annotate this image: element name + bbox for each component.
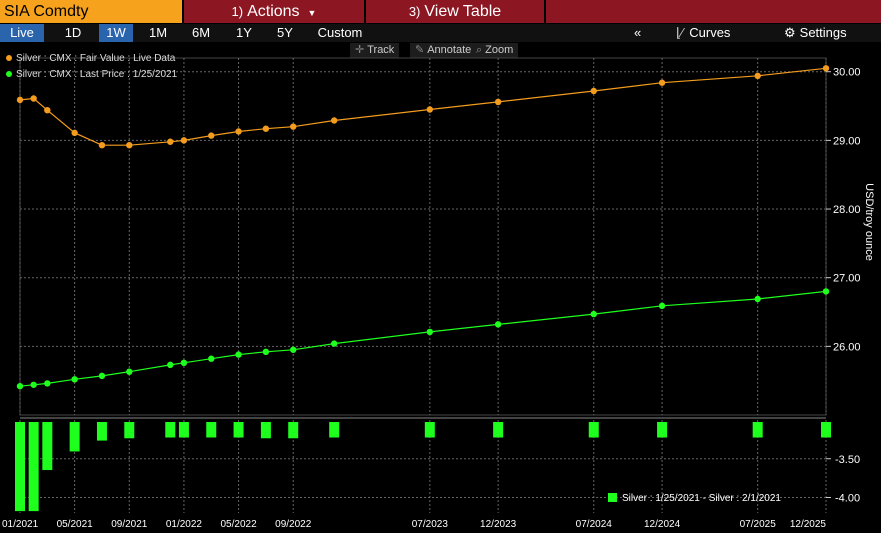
legend-dot-orange (6, 55, 12, 62)
series-0-point-8 (208, 132, 215, 139)
series-0-point-14 (494, 98, 502, 106)
series-1-point-16 (658, 302, 666, 310)
lower-bar-11 (288, 422, 299, 439)
x-tick-label-2: 09/2021 (111, 519, 148, 530)
upper-plot-frame (19, 57, 827, 416)
series-1-point-7 (180, 359, 188, 367)
lower-bar-13 (424, 422, 435, 438)
lower-bar-6 (165, 422, 176, 438)
x-tick-label-5: 09/2022 (275, 519, 312, 530)
series-1-point-12 (331, 340, 338, 347)
lower-bar-12 (329, 422, 340, 438)
series-1-point-14 (494, 321, 502, 328)
series-0-point-15 (590, 87, 597, 95)
lower-y-tick-label-1: -4.00 (835, 493, 860, 505)
series-1-point-5 (126, 368, 133, 375)
lower-bar-14 (493, 422, 504, 438)
y-tick-label-1: 27.00 (833, 273, 861, 285)
series-0-point-0 (16, 96, 24, 104)
series-1-point-1 (30, 381, 37, 388)
x-tick-label-6: 07/2023 (412, 519, 449, 530)
series-0-point-7 (180, 137, 188, 144)
series-0-point-10 (262, 125, 270, 132)
series-1-point-15 (590, 310, 597, 318)
y-tick-label-4: 30.00 (833, 67, 861, 79)
y-tick-label-0: 26.00 (833, 341, 861, 353)
legend-last-price-label: Silver : CMX : Last Price : 1/25/2021 (16, 69, 178, 80)
x-tick-label-9: 12/2024 (644, 519, 681, 530)
series-0-point-16 (658, 79, 666, 86)
series-1-point-10 (262, 348, 270, 356)
legend-dot-green (6, 71, 12, 78)
lower-bar-3 (69, 422, 80, 452)
x-tick-label-3: 01/2022 (166, 519, 203, 530)
series-1-point-13 (426, 328, 434, 336)
series-1-point-8 (208, 355, 215, 362)
series-0-point-5 (126, 141, 133, 149)
series-0-point-9 (235, 128, 242, 135)
legend-square-green (608, 493, 617, 502)
y-axis-label: USD/troy ounce (863, 183, 875, 261)
legend-fair-value-label: Silver : CMX : Fair Value : Live Data (16, 53, 176, 64)
lower-bar-17 (752, 422, 763, 438)
series-0-point-17 (754, 72, 761, 80)
series-1-point-4 (98, 372, 106, 380)
series-1-point-11 (290, 346, 297, 353)
lower-bar-7 (178, 422, 189, 438)
lower-bar-5 (124, 422, 135, 439)
series-1-point-18 (822, 288, 830, 295)
series-0-point-11 (290, 123, 297, 130)
series-0-point-3 (71, 129, 78, 137)
lower-bar-18 (821, 422, 831, 438)
x-tick-label-0: 01/2021 (2, 519, 39, 530)
series-0-point-1 (30, 95, 37, 102)
series-1-point-9 (235, 351, 242, 358)
y-tick-label-2: 28.00 (833, 204, 861, 216)
series-1-point-17 (754, 295, 761, 303)
chart-legend: Silver : CMX : Fair Value : Live Data Si… (6, 51, 177, 83)
series-0-point-2 (44, 106, 51, 114)
x-tick-label-10: 07/2025 (740, 519, 777, 530)
y-tick-label-3: 29.00 (833, 135, 861, 147)
lower-bar-16 (657, 422, 668, 438)
series-0-point-4 (98, 141, 106, 149)
lower-legend-label: Silver : 1/25/2021 - Silver : 2/1/2021 (622, 493, 781, 504)
series-1-point-2 (44, 380, 51, 387)
series-1-point-3 (71, 376, 78, 383)
lower-bar-4 (96, 422, 107, 441)
lower-bar-2 (42, 422, 53, 471)
series-line-1 (19, 290, 827, 387)
x-tick-label-7: 12/2023 (480, 519, 517, 530)
lower-bar-0 (15, 422, 25, 512)
lower-bar-9 (233, 422, 244, 438)
x-tick-label-11: 12/2025 (790, 519, 827, 530)
lower-y-tick-label-0: -3.50 (835, 454, 860, 466)
legend-fair-value[interactable]: Silver : CMX : Fair Value : Live Data (6, 51, 177, 67)
series-1-point-6 (167, 361, 174, 369)
series-0-point-13 (426, 106, 434, 113)
series-0-point-18 (822, 65, 830, 72)
series-0-point-6 (167, 138, 174, 145)
x-tick-label-1: 05/2021 (57, 519, 94, 530)
x-tick-label-8: 07/2024 (576, 519, 613, 530)
lower-bar-10 (260, 422, 271, 439)
lower-bar-8 (206, 422, 217, 438)
x-tick-label-4: 05/2022 (220, 519, 257, 530)
lower-legend[interactable]: Silver : 1/25/2021 - Silver : 2/1/2021 (608, 492, 781, 506)
lower-bar-1 (28, 422, 39, 512)
lower-bar-15 (588, 422, 599, 438)
legend-last-price[interactable]: Silver : CMX : Last Price : 1/25/2021 (6, 67, 177, 83)
series-0-point-12 (331, 117, 338, 124)
series-1-point-0 (16, 382, 24, 390)
